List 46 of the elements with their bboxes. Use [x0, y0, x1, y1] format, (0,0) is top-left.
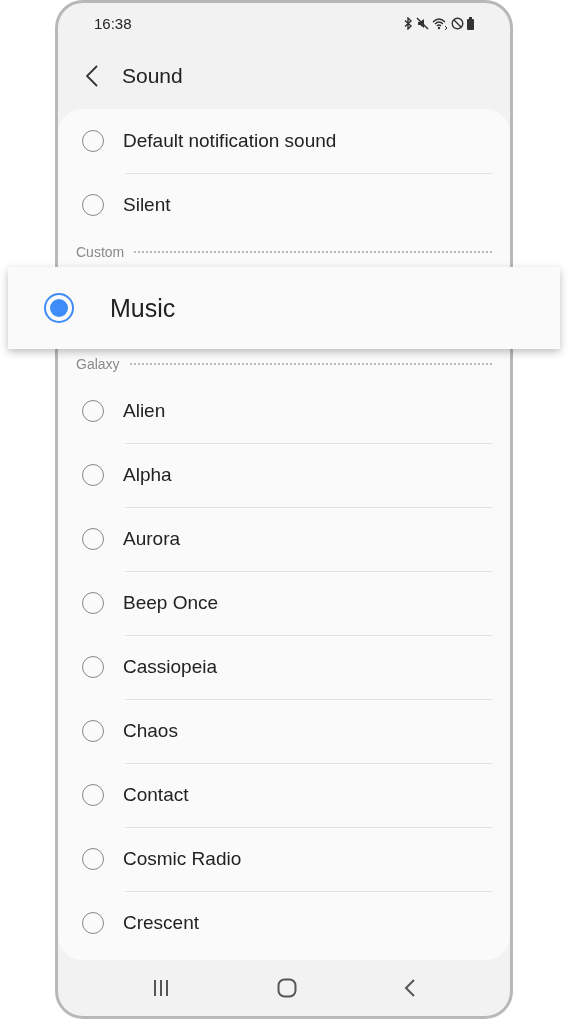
radio-button[interactable] — [82, 592, 104, 614]
option-label: Crescent — [123, 912, 200, 934]
radio-button[interactable] — [82, 528, 104, 550]
option-label: Beep Once — [123, 592, 219, 614]
radio-button[interactable] — [82, 656, 104, 678]
sound-option[interactable]: Alpha — [58, 443, 510, 507]
sound-option[interactable]: Crescent — [58, 891, 510, 955]
radio-button[interactable] — [82, 912, 104, 934]
radio-button[interactable] — [82, 464, 104, 486]
option-label: Cassiopeia — [123, 656, 217, 678]
status-time: 16:38 — [94, 14, 132, 32]
sound-option[interactable]: Cosmic Radio — [58, 827, 510, 891]
sound-option[interactable]: Alien — [58, 379, 510, 443]
sound-option[interactable]: Cassiopeia — [58, 635, 510, 699]
sound-option[interactable]: Default notification sound — [58, 109, 510, 173]
sound-option[interactable]: Beep Once — [58, 571, 510, 635]
option-label: Alien — [123, 400, 166, 422]
radio-button[interactable] — [82, 194, 104, 216]
radio-button[interactable] — [82, 720, 104, 742]
sound-option[interactable]: Contact — [58, 763, 510, 827]
option-label: Cosmic Radio — [123, 848, 242, 870]
section-header: Galaxy — [76, 356, 120, 372]
sound-option[interactable]: Aurora — [58, 507, 510, 571]
home-button[interactable] — [275, 976, 299, 1000]
sound-option[interactable]: Silent — [58, 173, 510, 237]
radio-button[interactable] — [82, 848, 104, 870]
do-not-disturb-icon — [451, 16, 464, 30]
option-label: Default notification sound — [123, 130, 337, 152]
bluetooth-icon — [403, 16, 413, 30]
option-label: Aurora — [123, 528, 181, 550]
radio-button[interactable] — [82, 784, 104, 806]
option-label: Silent — [123, 194, 171, 216]
radio-button[interactable] — [82, 400, 104, 422]
wifi-icon — [432, 16, 448, 30]
option-label: Alpha — [123, 464, 172, 486]
radio-button[interactable] — [44, 293, 74, 323]
mute-icon — [416, 16, 429, 30]
page-title: Sound — [122, 64, 183, 88]
highlighted-option[interactable]: Music — [8, 267, 560, 349]
option-label: Contact — [123, 784, 189, 806]
battery-icon — [467, 16, 474, 30]
radio-button[interactable] — [82, 130, 104, 152]
section-header: Custom — [76, 244, 125, 260]
sound-option[interactable]: Chaos — [58, 699, 510, 763]
option-label: Chaos — [123, 720, 178, 742]
option-label: Music — [110, 293, 176, 323]
